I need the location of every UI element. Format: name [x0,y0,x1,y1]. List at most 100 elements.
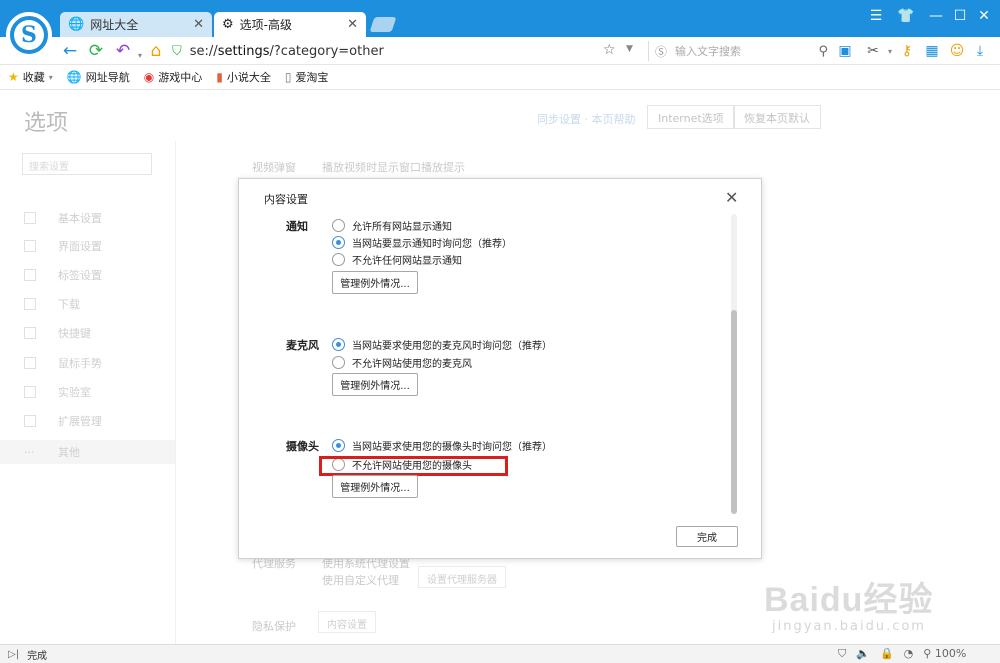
speaker-icon[interactable]: 🔈 [856,647,870,661]
radio-button-checked[interactable] [332,235,345,249]
sidebar-item-download[interactable]: 下载 [24,294,80,314]
bookmark-label: 游戏中心 [158,71,203,84]
highlight-box [319,456,508,476]
calculator-icon[interactable]: ▦ [923,43,941,59]
screenshot-scissors-icon[interactable]: ✂ [864,43,882,59]
content-settings-dialog: 内容设置 ✕ 通知 允许所有网站显示通知 当网站要显示通知时询问您（推荐） 不允… [238,178,762,559]
sidebar-item-extensions[interactable]: 扩展管理 [24,411,102,431]
proxy-settings-button[interactable]: 设置代理服务器 [418,566,506,588]
sidebar-item-other[interactable]: ··· 其他 [0,440,175,464]
key-icon[interactable]: ⚷ [898,43,916,59]
settings-search-input[interactable]: 搜索设置 [22,153,152,175]
sidebar-item-basic[interactable]: 基本设置 [24,208,102,228]
privacy-label: 隐私保护 [252,620,296,633]
sidebar-item-icon [24,298,36,310]
sidebar-item-label: 界面设置 [58,240,102,253]
bookmark-label: 收藏 [22,71,45,84]
sidebar-item-label: 下载 [58,298,80,311]
header-links[interactable]: 同步设置 · 本页帮助 [537,111,636,127]
bookmark-taobao[interactable]: ▯ 爱淘宝 [285,69,329,85]
url-field[interactable]: ⛉ se://settings/?category=other [172,40,642,62]
skin-icon[interactable]: 👕 [896,8,916,24]
bookmark-nav-sites[interactable]: 🌐 网址导航 [67,69,130,85]
bookmark-game-center[interactable]: ◉ 游戏中心 [144,69,202,85]
sidebar-item-label: 其他 [58,446,80,459]
title-bar: 🌐 网址大全 ✕ ⚙ 选项-高级 ✕ ☰ 👕 — ☐ ✕ [0,0,1000,37]
lock-icon[interactable]: 🔒 [880,647,894,661]
camera-manage-exceptions-button[interactable]: 管理例外情况... [332,475,418,498]
close-icon[interactable]: ✕ [347,17,358,32]
video-popup-option[interactable]: 播放视频时显示窗口播放提示 [322,159,465,175]
restore-defaults-button[interactable]: 恢复本页默认 [733,105,821,129]
shield-icon[interactable]: ⛉ [838,647,846,661]
content-settings-button[interactable]: 内容设置 [318,611,376,633]
bookmark-novels[interactable]: ▮ 小说大全 [216,69,271,85]
scrollbar-thumb[interactable] [731,310,737,514]
new-tab-button[interactable] [369,17,397,32]
mic-ask-option[interactable]: 当网站要求使用您的麦克风时询问您（推荐） [332,337,552,352]
sidebar-item-icon [24,269,36,281]
notify-allow-all-option[interactable]: 允许所有网站显示通知 [332,218,452,233]
zoom-icon: ⚲ [923,647,932,660]
tab-nav-sites[interactable]: 🌐 网址大全 ✕ [60,12,212,37]
sidebar-item-label: 扩展管理 [58,415,102,428]
star-icon: ★ [8,70,19,84]
bookmark-dropdown-icon[interactable]: ▼ [626,44,633,54]
done-button[interactable]: 完成 [676,526,738,547]
search-engine-icon[interactable]: Ⓢ [655,43,667,60]
download-icon[interactable]: ⤓ [971,43,989,59]
radio-button[interactable] [332,355,345,369]
tab-settings-advanced[interactable]: ⚙ 选项-高级 ✕ [214,12,366,37]
search-input[interactable]: Ⓢ 输入文字搜索 ⚲ [648,41,828,61]
sidebar-item-lab[interactable]: 实验室 [24,382,91,402]
internet-options-button[interactable]: Internet选项 [647,105,735,129]
tab-label: 选项-高级 [239,18,292,32]
sidebar-item-tabs[interactable]: 标签设置 [24,265,102,285]
sidebar-item-label: 基本设置 [58,212,102,225]
close-icon[interactable]: ✕ [725,188,738,207]
status-bar: ▷| 完成 ⛉ 🔈 🔒 ◔ ⚲ 100% [0,644,1000,663]
bookmark-favorites[interactable]: ★ 收藏 ▾ [8,69,53,85]
menu-icon[interactable]: ☰ [866,8,886,24]
notify-block-option[interactable]: 不允许任何网站显示通知 [332,252,462,267]
scissors-dropdown-icon[interactable]: ▾ [881,47,899,56]
globe-icon: 🌐 [68,17,85,32]
radio-button[interactable] [332,218,345,232]
window-close-icon[interactable]: ✕ [974,8,994,24]
search-placeholder: 输入文字搜索 [675,45,742,58]
option-label: 当网站要求使用您的摄像头时询问您（推荐） [352,441,552,453]
radio-button-checked[interactable] [332,438,345,452]
close-icon[interactable]: ✕ [193,17,204,32]
sidebar-item-gestures[interactable]: 鼠标手势 [24,353,102,373]
option-label: 当网站要显示通知时询问您（推荐） [352,238,512,250]
proxy-option-custom[interactable]: 使用自定义代理 [322,572,399,588]
zoom-value[interactable]: ⚲ 100% [923,647,966,661]
sidebar-item-interface[interactable]: 界面设置 [24,236,102,256]
emoji-icon[interactable]: ☺ [948,43,966,59]
minimize-icon[interactable]: — [926,8,946,24]
mic-block-option[interactable]: 不允许网站使用您的麦克风 [332,355,472,370]
notifications-label: 通知 [286,220,308,233]
sidebar-item-shortcuts[interactable]: 快捷键 [24,323,91,343]
home-icon[interactable]: ⌂ [146,41,166,61]
extension-icon[interactable]: ▣ [836,43,854,59]
speed-icon[interactable]: ◔ [904,647,914,661]
dialog-title: 内容设置 [264,193,308,206]
refresh-icon[interactable]: ⟳ [86,41,106,61]
notify-manage-exceptions-button[interactable]: 管理例外情况... [332,271,418,294]
tab-label: 网址大全 [90,18,139,32]
chevron-down-icon: ▾ [48,72,53,82]
radio-button[interactable] [332,252,345,266]
back-icon[interactable]: ← [60,41,80,61]
search-icon[interactable]: ⚲ [818,44,828,59]
play-icon[interactable]: ▷| [8,649,19,660]
bookmark-label: 小说大全 [226,71,271,84]
camera-ask-option[interactable]: 当网站要求使用您的摄像头时询问您（推荐） [332,438,552,453]
sidebar-item-label: 鼠标手势 [58,357,102,370]
maximize-icon[interactable]: ☐ [950,8,970,24]
mic-manage-exceptions-button[interactable]: 管理例外情况... [332,373,418,396]
bookmark-star-icon[interactable]: ☆ [603,42,616,58]
radio-button-checked[interactable] [332,337,345,351]
notify-ask-option[interactable]: 当网站要显示通知时询问您（推荐） [332,235,512,250]
browser-logo[interactable]: S [6,12,52,58]
